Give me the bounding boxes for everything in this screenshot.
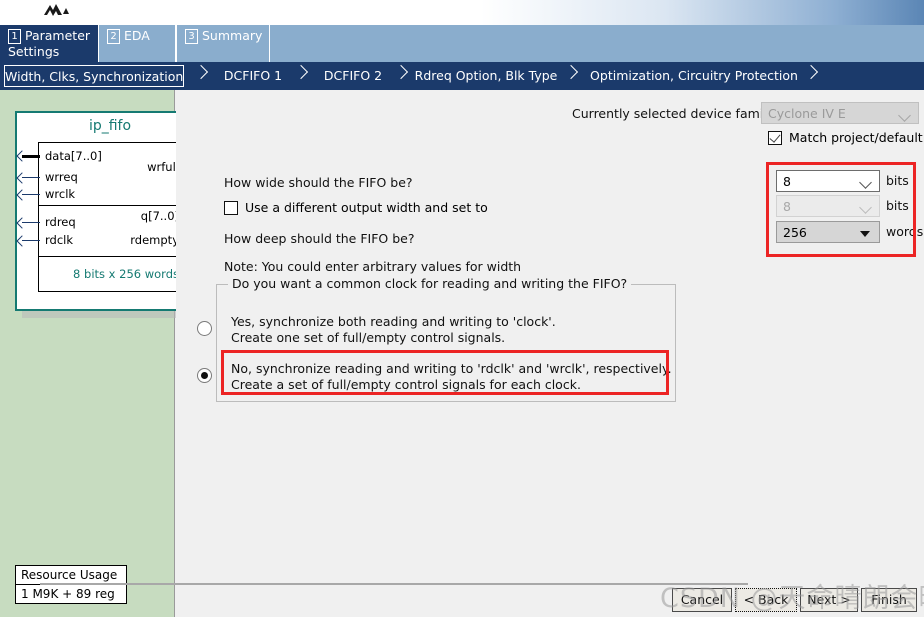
chevron-right-icon-3 [396, 67, 411, 85]
radio-separate-clocks[interactable] [197, 368, 212, 383]
breadcrumb-item-dcfifo-1[interactable]: DCFIFO 1 [213, 62, 293, 90]
width-question-label: How wide should the FIFO be? [224, 175, 413, 190]
clock-option-common-line2: Create one set of full/empty control sig… [231, 330, 506, 345]
highlight-box-separate-clock [221, 350, 669, 395]
chevron-right-icon-2 [296, 67, 311, 85]
clock-option-common-line1: Yes, synchronize both reading and writin… [231, 314, 556, 329]
symbol-divider-2 [39, 256, 184, 257]
symbol-divider-1 [39, 205, 184, 206]
altera-logo [44, 4, 69, 16]
arrow-wrreq-icon [16, 172, 28, 184]
note-label: Note: You could enter arbitrary values f… [224, 259, 522, 274]
use-different-output-width-label: Use a different output width and set to [245, 200, 488, 215]
port-wrclk: wrclk [45, 187, 76, 201]
tab-eda[interactable]: 2 EDA [98, 25, 176, 62]
port-rdreq: rdreq [45, 215, 76, 229]
footer-divider [40, 583, 748, 585]
device-family-value: Cyclone IV E [768, 106, 846, 121]
chevron-right-icon-5 [806, 67, 821, 85]
symbol-inner-box: data[7..0] wrreq wrclk wrfull rdreq rdcl… [38, 142, 185, 292]
chevron-down-icon [898, 109, 911, 122]
breadcrumb-item-rdreq-option-blk-type[interactable]: Rdreq Option, Blk Type [410, 62, 562, 90]
arrow-rdclk-icon [16, 235, 28, 247]
resource-usage-value: 1 M9K + 89 reg [21, 587, 115, 601]
port-q: q[7..0] [140, 209, 179, 223]
breadcrumb-item-optimization-circuitry-protection[interactable]: Optimization, Circuitry Protection [582, 62, 806, 90]
match-project-default-checkbox[interactable] [768, 131, 782, 145]
tab-label-3: Summary [202, 28, 263, 43]
tab-number-2: 2 [107, 29, 120, 44]
tab-summary[interactable]: 3 Summary [176, 25, 270, 62]
symbol-size-text: 8 bits x 256 words [73, 267, 179, 281]
app-banner [0, 0, 924, 25]
device-family-label: Currently selected device family: [572, 106, 778, 121]
tab-parameter-settings[interactable]: 1 Parameter Settings [0, 25, 98, 62]
arrow-data-icon [16, 150, 28, 162]
clock-option-common[interactable]: Yes, synchronize both reading and writin… [197, 314, 556, 346]
port-rdempty: rdempty [130, 233, 179, 247]
port-wrreq: wrreq [45, 170, 78, 184]
wizard-step-tabs: 1 Parameter Settings 2 EDA 3 Summary [0, 25, 924, 62]
device-family-dropdown[interactable]: Cyclone IV E [761, 102, 919, 124]
chevron-right-icon-4 [566, 67, 581, 85]
chevron-right-icon-1 [196, 67, 211, 85]
use-different-output-width-checkbox[interactable] [224, 201, 238, 215]
match-project-default-row[interactable]: Match project/default [768, 130, 923, 145]
finish-button[interactable]: Finish [861, 588, 917, 612]
main-content: Currently selected device family: Cyclon… [176, 90, 924, 617]
cancel-button[interactable]: Cancel [672, 588, 732, 612]
clock-option-group-legend: Do you want a common clock for reading a… [228, 276, 632, 291]
highlight-box-combos [766, 162, 916, 257]
port-rdclk: rdclk [45, 233, 74, 247]
port-data: data[7..0] [45, 149, 102, 163]
port-wrfull: wrfull [147, 160, 179, 174]
tab-number-3: 3 [185, 29, 198, 44]
breadcrumb-item-dcfifo-2[interactable]: DCFIFO 2 [313, 62, 393, 90]
breadcrumb-item-width-clks-synchronization[interactable]: Width, Clks, Synchronization [4, 65, 184, 87]
arrow-wrclk-icon [16, 189, 28, 201]
back-button[interactable]: < Back [735, 588, 797, 612]
arrow-rdreq-icon [16, 217, 28, 229]
output-width-option-row[interactable]: Use a different output width and set to [224, 200, 488, 215]
tab-number-1: 1 [8, 29, 21, 44]
next-button[interactable]: Next > [800, 588, 858, 612]
breadcrumb: Width, Clks, Synchronization DCFIFO 1 DC… [0, 62, 924, 90]
match-project-default-label: Match project/default [789, 130, 923, 145]
tab-label-2: EDA [124, 28, 150, 43]
depth-question-label: How deep should the FIFO be? [224, 231, 415, 246]
radio-common-clock[interactable] [197, 321, 212, 336]
